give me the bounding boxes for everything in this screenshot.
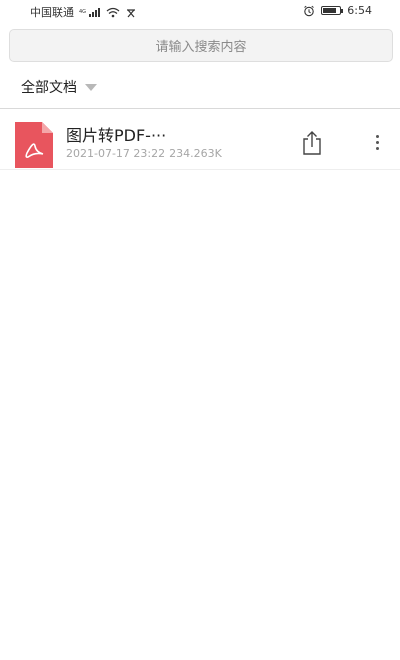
document-filter-dropdown[interactable]: 全部文档 — [21, 76, 97, 98]
divider — [0, 108, 400, 109]
caret-down-icon — [85, 83, 97, 91]
clock-label: 6:54 — [347, 4, 372, 17]
file-list-item[interactable]: 图片转PDF-··· 2021-07-17 23:22 234.263K — [0, 110, 400, 170]
search-placeholder: 请输入搜索内容 — [155, 40, 247, 55]
wifi-icon — [106, 7, 120, 18]
alarm-icon — [303, 5, 315, 17]
share-icon[interactable] — [300, 130, 324, 156]
more-options-icon[interactable] — [366, 130, 388, 154]
nfc-icon — [125, 7, 137, 18]
file-size: 234.263K — [169, 147, 222, 160]
file-meta: 2021-07-17 23:22 234.263K — [66, 147, 222, 160]
search-input[interactable]: 请输入搜索内容 — [9, 29, 393, 62]
filter-label: 全部文档 — [21, 80, 77, 96]
carrier-label: 中国联通 — [30, 6, 74, 19]
file-name: 图片转PDF-··· — [66, 126, 167, 145]
file-datetime: 2021-07-17 23:22 — [66, 147, 166, 160]
status-bar: 中国联通 4G 6:54 — [0, 0, 400, 22]
status-left: 中国联通 4G — [30, 4, 137, 20]
status-right: 6:54 — [303, 4, 372, 17]
battery-icon — [321, 6, 344, 15]
network-type-label: 4G — [79, 9, 86, 15]
cellular-signal-icon: 4G — [79, 7, 101, 18]
pdf-file-icon — [15, 122, 53, 168]
